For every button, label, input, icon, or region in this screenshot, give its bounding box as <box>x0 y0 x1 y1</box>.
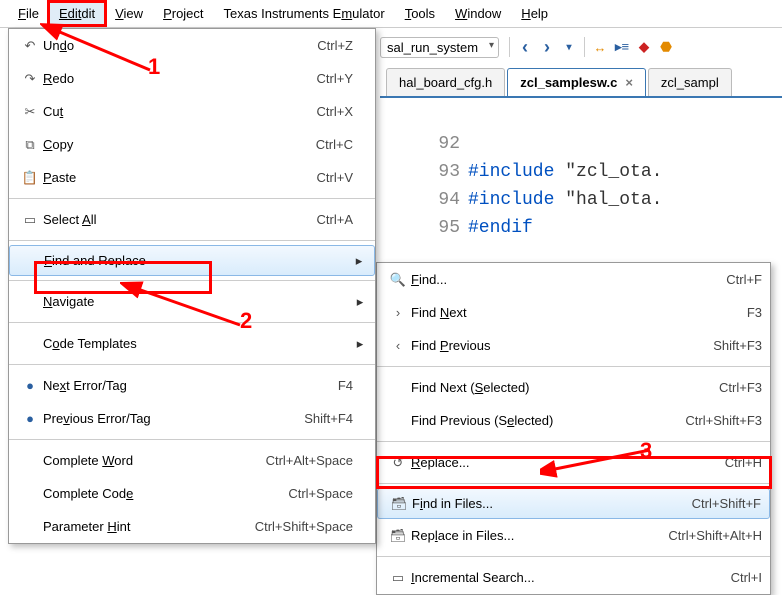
menu-navigate[interactable]: Navigate▸ <box>9 285 375 318</box>
menu-emulator[interactable]: Texas Instruments Emulator <box>214 2 395 25</box>
menu-project[interactable]: Project <box>153 2 213 25</box>
history-dd-icon[interactable]: ▾ <box>558 36 580 58</box>
tab-zcl-samplesw[interactable]: zcl_samplesw.c× <box>507 68 646 98</box>
nav-fwd-icon[interactable]: › <box>536 36 558 58</box>
incremental-icon: ▭ <box>385 570 411 586</box>
swap-icon[interactable]: ↔ <box>589 36 611 58</box>
menu-edit[interactable]: Editdit <box>49 2 105 25</box>
menu-undo[interactable]: ↶UndoCtrl+Z <box>9 29 375 62</box>
find-replace-submenu: 🔍Find...Ctrl+F ›Find NextF3 ‹Find Previo… <box>376 262 771 595</box>
menu-incremental-search[interactable]: ▭Incremental Search...Ctrl+I <box>377 561 770 594</box>
step-icon[interactable]: ▸≡ <box>611 36 633 58</box>
menu-complete-code[interactable]: Complete CodeCtrl+Space <box>9 477 375 510</box>
menu-paste[interactable]: 📋PasteCtrl+V <box>9 161 375 194</box>
menu-file[interactable]: File <box>8 2 49 25</box>
menu-parameter-hint[interactable]: Parameter HintCtrl+Shift+Space <box>9 510 375 543</box>
nav-back-icon[interactable]: ‹ <box>514 36 536 58</box>
menu-find-prev[interactable]: ‹Find PreviousShift+F3 <box>377 329 770 362</box>
shield-icon[interactable]: ⬣ <box>655 36 677 58</box>
code-lines: #include "zcl_ota. #include "hal_ota. #e… <box>468 130 662 270</box>
chevron-right-icon: › <box>385 305 411 320</box>
menu-copy[interactable]: ⧉CopyCtrl+C <box>9 128 375 161</box>
menu-prev-error[interactable]: ●Previous Error/TagShift+F4 <box>9 402 375 435</box>
menubar: File Editdit View Project Texas Instrume… <box>0 0 782 28</box>
line-gutter: 92939495 <box>380 130 460 242</box>
menu-redo[interactable]: ↷RedoCtrl+Y <box>9 62 375 95</box>
menu-tools[interactable]: Tools <box>395 2 445 25</box>
editor-tabs: hal_board_cfg.h zcl_samplesw.c× zcl_samp… <box>380 64 782 98</box>
marker-icon[interactable]: ◆ <box>633 36 655 58</box>
replace-files-icon: 🗃 <box>385 528 411 544</box>
menu-cut[interactable]: ✂CutCtrl+X <box>9 95 375 128</box>
menu-find-next[interactable]: ›Find NextF3 <box>377 296 770 329</box>
search-icon: 🔍 <box>385 272 411 288</box>
menu-find[interactable]: 🔍Find...Ctrl+F <box>377 263 770 296</box>
close-icon[interactable]: × <box>625 75 633 90</box>
tab-zcl-sampl[interactable]: zcl_sampl <box>648 68 732 96</box>
edit-dropdown: ↶UndoCtrl+Z ↷RedoCtrl+Y ✂CutCtrl+X ⧉Copy… <box>8 28 376 544</box>
menu-find-in-files[interactable]: 🗃Find in Files...Ctrl+Shift+F <box>377 488 770 519</box>
menu-find-next-sel[interactable]: Find Next (Selected)Ctrl+F3 <box>377 371 770 404</box>
replace-icon: ↺ <box>385 455 411 471</box>
tab-hal-board[interactable]: hal_board_cfg.h <box>386 68 505 96</box>
menu-find-replace[interactable]: Find and Replace▸ <box>9 245 375 276</box>
menu-next-error[interactable]: ●Next Error/TagF4 <box>9 369 375 402</box>
config-dropdown[interactable]: sal_run_system <box>380 37 499 58</box>
menu-replace[interactable]: ↺Replace...Ctrl+H <box>377 446 770 479</box>
editor-toolbar: sal_run_system ‹ › ▾ ↔ ▸≡ ◆ ⬣ <box>380 32 782 62</box>
menu-select-all[interactable]: ▭Select AllCtrl+A <box>9 203 375 236</box>
menu-window[interactable]: Window <box>445 2 511 25</box>
menu-help[interactable]: Help <box>511 2 558 25</box>
menu-find-prev-sel[interactable]: Find Previous (Selected)Ctrl+Shift+F3 <box>377 404 770 437</box>
menu-code-templates[interactable]: Code Templates▸ <box>9 327 375 360</box>
find-files-icon: 🗃 <box>386 496 412 512</box>
chevron-left-icon: ‹ <box>385 338 411 353</box>
menu-replace-in-files[interactable]: 🗃Replace in Files...Ctrl+Shift+Alt+H <box>377 519 770 552</box>
menu-view[interactable]: View <box>105 2 153 25</box>
menu-complete-word[interactable]: Complete WordCtrl+Alt+Space <box>9 444 375 477</box>
